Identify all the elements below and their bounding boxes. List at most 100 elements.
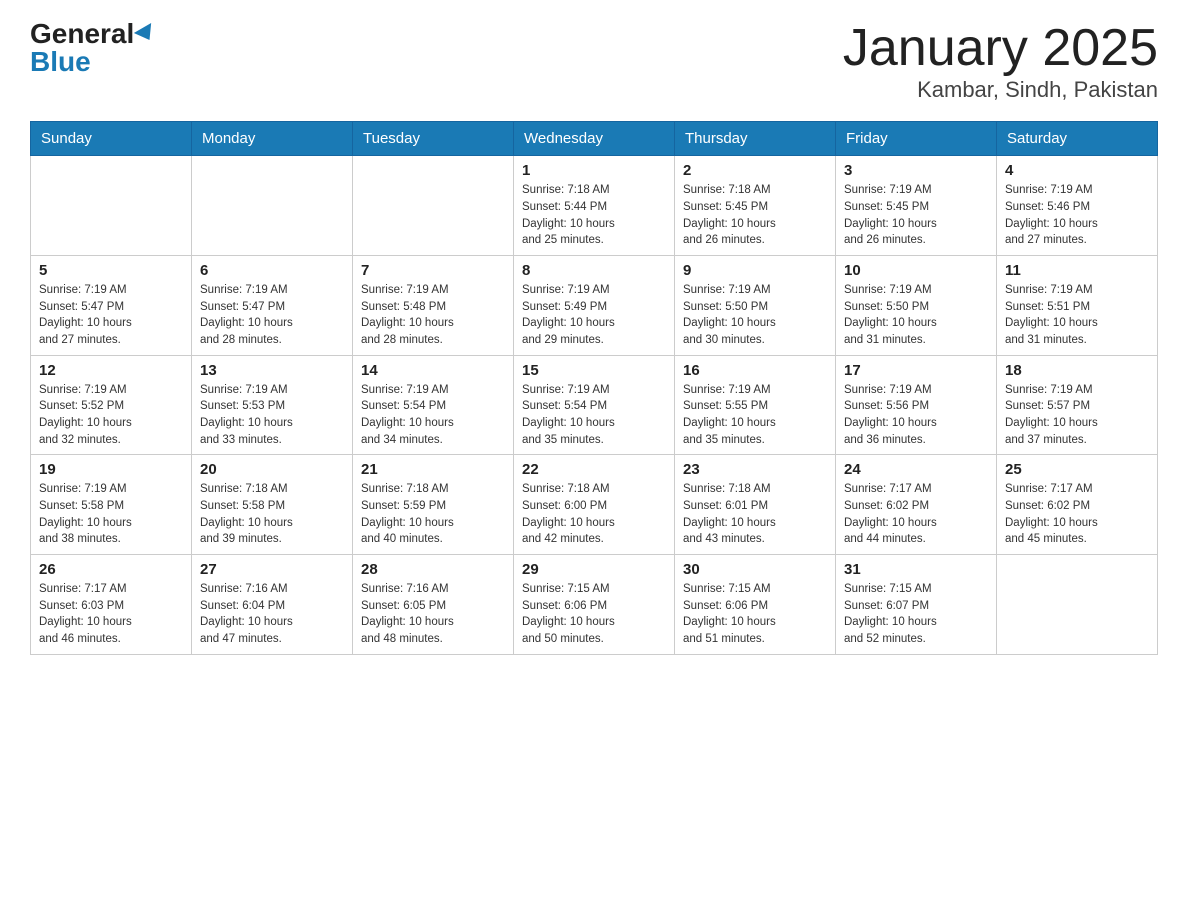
day-number: 19 (39, 461, 183, 478)
day-info: Sunrise: 7:17 AM Sunset: 6:02 PM Dayligh… (1005, 481, 1149, 548)
calendar-cell: 27Sunrise: 7:16 AM Sunset: 6:04 PM Dayli… (192, 554, 353, 654)
calendar-cell: 11 Sunrise: 7:19 AM Sunset: 5:51 PM Dayli… (997, 255, 1158, 355)
day-info: Sunrise: 7:19 AM Sunset: 5:51 PM Dayligh… (1005, 282, 1149, 349)
calendar-week-row: 1 Sunrise: 7:18 AM Sunset: 5:44 PM Daylig… (31, 156, 1158, 256)
day-info: Sunrise: 7:19 AM Sunset: 5:50 PM Dayligh… (844, 282, 988, 349)
calendar-subtitle: Kambar, Sindh, Pakistan (843, 77, 1158, 103)
calendar-cell: 6 Sunrise: 7:19 AM Sunset: 5:47 PM Daylig… (192, 255, 353, 355)
day-number: 15 (522, 362, 666, 379)
day-info: Sunrise: 7:17 AM Sunset: 6:03 PM Dayligh… (39, 581, 183, 648)
day-info: Sunrise: 7:19 AM Sunset: 5:45 PM Dayligh… (844, 182, 988, 249)
day-info: Sunrise: 7:15 AM Sunset: 6:07 PM Dayligh… (844, 581, 988, 648)
day-info: Sunrise: 7:19 AM Sunset: 5:46 PM Dayligh… (1005, 182, 1149, 249)
calendar-week-row: 12 Sunrise: 7:19 AM Sunset: 5:52 PM Dayli… (31, 355, 1158, 455)
calendar-day-header: Sunday (31, 122, 192, 156)
calendar-title-block: January 2025 Kambar, Sindh, Pakistan (843, 20, 1158, 103)
calendar-cell: 1 Sunrise: 7:18 AM Sunset: 5:44 PM Daylig… (514, 156, 675, 256)
calendar-cell: 3 Sunrise: 7:19 AM Sunset: 5:45 PM Daylig… (836, 156, 997, 256)
day-number: 28 (361, 561, 505, 578)
calendar-cell: 4 Sunrise: 7:19 AM Sunset: 5:46 PM Daylig… (997, 156, 1158, 256)
day-info: Sunrise: 7:15 AM Sunset: 6:06 PM Dayligh… (522, 581, 666, 648)
day-number: 21 (361, 461, 505, 478)
day-info: Sunrise: 7:18 AM Sunset: 5:44 PM Dayligh… (522, 182, 666, 249)
day-info: Sunrise: 7:18 AM Sunset: 5:58 PM Dayligh… (200, 481, 344, 548)
calendar-cell: 18Sunrise: 7:19 AM Sunset: 5:57 PM Dayli… (997, 355, 1158, 455)
calendar-cell: 23Sunrise: 7:18 AM Sunset: 6:01 PM Dayli… (675, 455, 836, 555)
calendar-cell: 2 Sunrise: 7:18 AM Sunset: 5:45 PM Daylig… (675, 156, 836, 256)
calendar-week-row: 19 Sunrise: 7:19 AM Sunset: 5:58 PM Dayli… (31, 455, 1158, 555)
day-info: Sunrise: 7:19 AM Sunset: 5:53 PM Dayligh… (200, 382, 344, 449)
day-info: Sunrise: 7:19 AM Sunset: 5:58 PM Dayligh… (39, 481, 183, 548)
calendar-cell: 14 Sunrise: 7:19 AM Sunset: 5:54 PM Dayli… (353, 355, 514, 455)
calendar-cell: 28 Sunrise: 7:16 AM Sunset: 6:05 PM Dayli… (353, 554, 514, 654)
logo-blue-text: Blue (30, 48, 91, 76)
day-number: 23 (683, 461, 827, 478)
day-info: Sunrise: 7:19 AM Sunset: 5:50 PM Dayligh… (683, 282, 827, 349)
calendar-cell: 12 Sunrise: 7:19 AM Sunset: 5:52 PM Dayli… (31, 355, 192, 455)
calendar-cell (353, 156, 514, 256)
day-info: Sunrise: 7:19 AM Sunset: 5:47 PM Dayligh… (200, 282, 344, 349)
calendar-title: January 2025 (843, 20, 1158, 77)
day-number: 8 (522, 262, 666, 279)
calendar-day-header: Wednesday (514, 122, 675, 156)
day-number: 29 (522, 561, 666, 578)
calendar-cell: 9 Sunrise: 7:19 AM Sunset: 5:50 PM Daylig… (675, 255, 836, 355)
day-number: 14 (361, 362, 505, 379)
day-number: 16 (683, 362, 827, 379)
day-number: 1 (522, 162, 666, 179)
calendar-cell: 29 Sunrise: 7:15 AM Sunset: 6:06 PM Dayli… (514, 554, 675, 654)
day-info: Sunrise: 7:18 AM Sunset: 5:45 PM Dayligh… (683, 182, 827, 249)
calendar-cell (997, 554, 1158, 654)
calendar-cell: 10 Sunrise: 7:19 AM Sunset: 5:50 PM Dayli… (836, 255, 997, 355)
calendar-cell (31, 156, 192, 256)
day-number: 2 (683, 162, 827, 179)
calendar-day-header: Saturday (997, 122, 1158, 156)
day-number: 6 (200, 262, 344, 279)
calendar-table: SundayMondayTuesdayWednesdayThursdayFrid… (30, 121, 1158, 654)
day-number: 30 (683, 561, 827, 578)
day-info: Sunrise: 7:16 AM Sunset: 6:05 PM Dayligh… (361, 581, 505, 648)
calendar-cell: 16 Sunrise: 7:19 AM Sunset: 5:55 PM Dayli… (675, 355, 836, 455)
day-number: 31 (844, 561, 988, 578)
calendar-day-header: Monday (192, 122, 353, 156)
day-number: 3 (844, 162, 988, 179)
day-info: Sunrise: 7:19 AM Sunset: 5:54 PM Dayligh… (361, 382, 505, 449)
calendar-cell: 19 Sunrise: 7:19 AM Sunset: 5:58 PM Dayli… (31, 455, 192, 555)
calendar-day-header: Friday (836, 122, 997, 156)
day-number: 22 (522, 461, 666, 478)
calendar-cell: 5Sunrise: 7:19 AM Sunset: 5:47 PM Daylig… (31, 255, 192, 355)
calendar-cell: 22Sunrise: 7:18 AM Sunset: 6:00 PM Dayli… (514, 455, 675, 555)
day-number: 12 (39, 362, 183, 379)
calendar-cell (192, 156, 353, 256)
day-info: Sunrise: 7:19 AM Sunset: 5:49 PM Dayligh… (522, 282, 666, 349)
calendar-cell: 8 Sunrise: 7:19 AM Sunset: 5:49 PM Daylig… (514, 255, 675, 355)
calendar-cell: 7 Sunrise: 7:19 AM Sunset: 5:48 PM Daylig… (353, 255, 514, 355)
calendar-header-row: SundayMondayTuesdayWednesdayThursdayFrid… (31, 122, 1158, 156)
calendar-week-row: 26 Sunrise: 7:17 AM Sunset: 6:03 PM Dayli… (31, 554, 1158, 654)
day-number: 9 (683, 262, 827, 279)
page-header: General Blue January 2025 Kambar, Sindh,… (30, 20, 1158, 103)
calendar-cell: 20 Sunrise: 7:18 AM Sunset: 5:58 PM Dayli… (192, 455, 353, 555)
day-number: 10 (844, 262, 988, 279)
day-info: Sunrise: 7:19 AM Sunset: 5:55 PM Dayligh… (683, 382, 827, 449)
calendar-cell: 21Sunrise: 7:18 AM Sunset: 5:59 PM Dayli… (353, 455, 514, 555)
day-info: Sunrise: 7:19 AM Sunset: 5:57 PM Dayligh… (1005, 382, 1149, 449)
day-number: 20 (200, 461, 344, 478)
day-number: 13 (200, 362, 344, 379)
day-number: 4 (1005, 162, 1149, 179)
calendar-cell: 24Sunrise: 7:17 AM Sunset: 6:02 PM Dayli… (836, 455, 997, 555)
day-number: 26 (39, 561, 183, 578)
day-info: Sunrise: 7:19 AM Sunset: 5:56 PM Dayligh… (844, 382, 988, 449)
day-number: 25 (1005, 461, 1149, 478)
calendar-cell: 30 Sunrise: 7:15 AM Sunset: 6:06 PM Dayli… (675, 554, 836, 654)
day-number: 5 (39, 262, 183, 279)
day-number: 7 (361, 262, 505, 279)
day-info: Sunrise: 7:19 AM Sunset: 5:52 PM Dayligh… (39, 382, 183, 449)
day-info: Sunrise: 7:19 AM Sunset: 5:54 PM Dayligh… (522, 382, 666, 449)
day-number: 27 (200, 561, 344, 578)
day-info: Sunrise: 7:19 AM Sunset: 5:48 PM Dayligh… (361, 282, 505, 349)
day-info: Sunrise: 7:15 AM Sunset: 6:06 PM Dayligh… (683, 581, 827, 648)
day-number: 11 (1005, 262, 1149, 279)
calendar-cell: 25 Sunrise: 7:17 AM Sunset: 6:02 PM Dayli… (997, 455, 1158, 555)
calendar-cell: 17Sunrise: 7:19 AM Sunset: 5:56 PM Dayli… (836, 355, 997, 455)
